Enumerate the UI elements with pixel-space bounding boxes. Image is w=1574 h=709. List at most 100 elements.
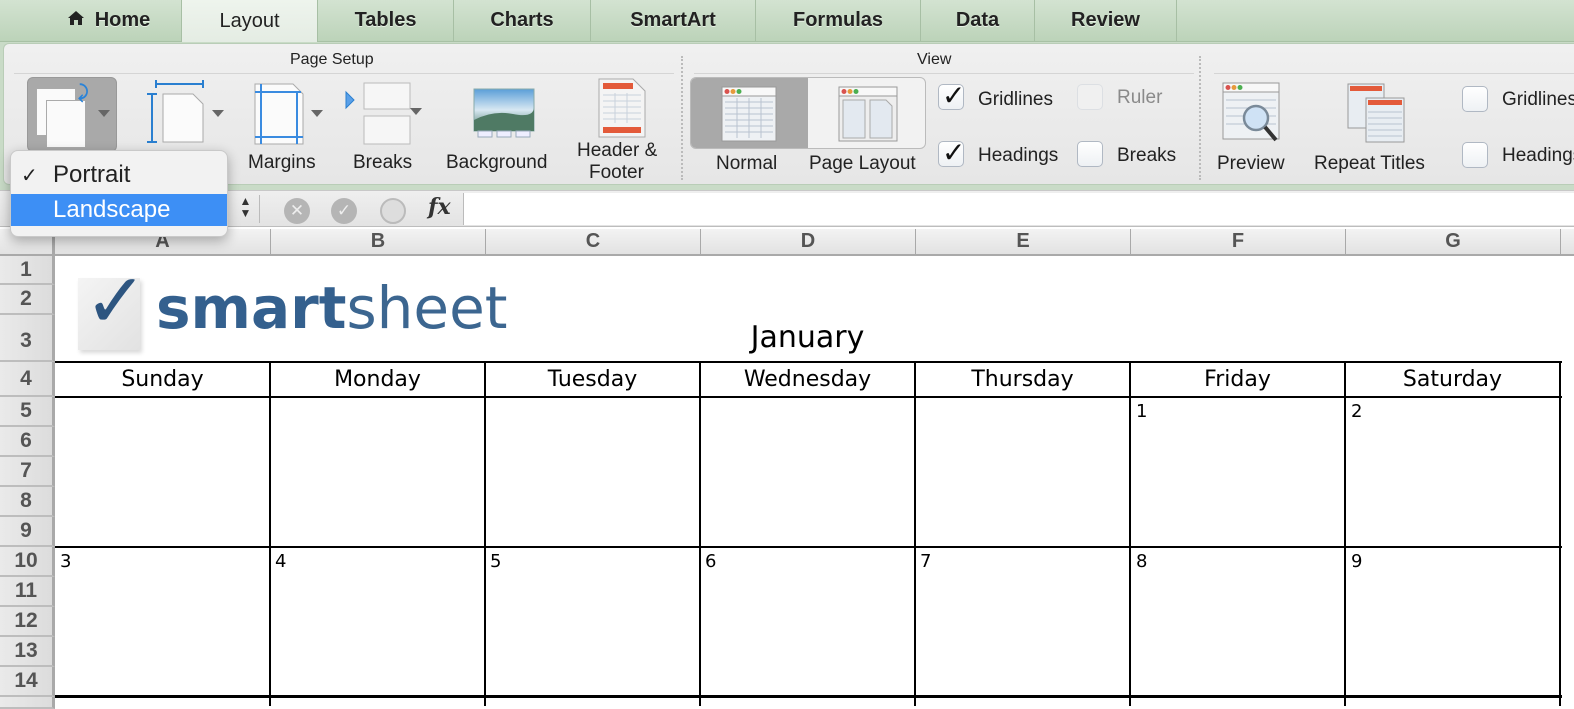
view-gridlines-checkbox[interactable]: ✓ <box>938 79 965 112</box>
page-layout-view-label: Page Layout <box>809 153 916 174</box>
date-cell[interactable]: 5 <box>490 551 501 572</box>
date-cell[interactable]: 6 <box>705 551 716 572</box>
view-ruler-label: Ruler <box>1117 87 1163 108</box>
day-header-saturday[interactable]: Saturday <box>1345 362 1560 397</box>
tab-charts[interactable]: Charts <box>454 0 591 41</box>
confirm-formula-icon[interactable]: ✓ <box>331 198 357 224</box>
logo-text: smartsheet <box>156 274 508 342</box>
repeat-titles-label: Repeat Titles <box>1314 153 1425 174</box>
size-button[interactable] <box>145 80 225 150</box>
row-header-1[interactable]: 1 <box>0 256 55 285</box>
formula-input[interactable] <box>463 193 1574 225</box>
row-header-6[interactable]: 6 <box>0 427 55 457</box>
tab-layout[interactable]: Layout <box>181 0 318 43</box>
tab-formulas[interactable]: Formulas <box>756 0 921 41</box>
row-header-2[interactable]: 2 <box>0 285 55 315</box>
date-cell[interactable]: 4 <box>275 551 286 572</box>
name-box-stepper[interactable]: ▲ ▼ <box>232 195 260 223</box>
column-header-b[interactable]: B <box>271 229 486 256</box>
row-header-15[interactable] <box>0 697 55 709</box>
day-header-wednesday[interactable]: Wednesday <box>700 362 915 397</box>
function-wizard-icon[interactable] <box>380 198 406 224</box>
print-gridlines-checkbox[interactable] <box>1462 86 1488 112</box>
margins-button[interactable]: Margins <box>245 80 335 180</box>
row-header-7[interactable]: 7 <box>0 457 55 487</box>
row-header-14[interactable]: 14 <box>0 667 55 697</box>
date-cell[interactable]: 3 <box>60 551 71 572</box>
tab-tables[interactable]: Tables <box>318 0 454 41</box>
date-cell[interactable]: 7 <box>920 551 931 572</box>
normal-view-button[interactable] <box>691 78 808 148</box>
row-header-3[interactable]: 3 <box>0 315 55 362</box>
row-header-13[interactable]: 13 <box>0 637 55 667</box>
group-separator <box>681 56 683 180</box>
row-header-4[interactable]: 4 <box>0 362 55 397</box>
orientation-page-icon <box>46 100 86 148</box>
column-header-d[interactable]: D <box>701 229 916 256</box>
tab-review[interactable]: Review <box>1035 0 1177 41</box>
repeat-titles-icon <box>1347 83 1405 143</box>
row-header-8[interactable]: 8 <box>0 487 55 517</box>
checkmark-icon: ✓ <box>21 163 38 187</box>
date-cell[interactable]: 1 <box>1136 401 1147 422</box>
view-breaks-checkbox[interactable] <box>1077 141 1103 167</box>
chevron-down-icon <box>212 110 224 117</box>
header-footer-label-1: Header & <box>577 140 658 161</box>
tab-smartart[interactable]: SmartArt <box>591 0 756 41</box>
fx-icon[interactable]: fx <box>428 194 451 220</box>
menu-item-portrait[interactable]: ✓ Portrait <box>11 159 227 191</box>
view-headings-checkbox[interactable]: ✓ <box>938 136 965 169</box>
day-header-sunday[interactable]: Sunday <box>55 362 270 397</box>
month-title: January <box>750 320 865 355</box>
day-header-friday[interactable]: Friday <box>1130 362 1345 397</box>
tab-home[interactable]: Home <box>36 0 182 41</box>
print-headings-label: Headings <box>1502 145 1574 166</box>
breaks-button[interactable]: Breaks <box>344 80 434 180</box>
chevron-down-icon <box>410 108 422 115</box>
column-header-f[interactable]: F <box>1131 229 1346 256</box>
grid-line <box>699 361 701 706</box>
header-footer-icon <box>598 78 646 138</box>
view-headings-label: Headings <box>978 145 1059 166</box>
column-header-g[interactable]: G <box>1346 229 1561 256</box>
breaks-label: Breaks <box>353 152 413 173</box>
print-gridlines-label: Gridlines <box>1502 89 1574 110</box>
view-ruler-checkbox[interactable] <box>1077 84 1103 110</box>
row-header-11[interactable]: 11 <box>0 577 55 607</box>
column-header-c[interactable]: C <box>486 229 701 256</box>
orientation-button[interactable]: ⤸ <box>27 77 117 152</box>
menu-item-landscape-label: Landscape <box>53 196 171 223</box>
chevron-down-icon <box>98 110 110 117</box>
background-image-icon <box>473 88 535 138</box>
row-header-5[interactable]: 5 <box>0 397 55 427</box>
logo-checkmark-icon: ✓ <box>84 256 148 345</box>
date-cell[interactable]: 2 <box>1351 401 1362 422</box>
tab-smartart-label: SmartArt <box>630 9 716 31</box>
view-gridlines-label: Gridlines <box>978 89 1053 110</box>
header-footer-button[interactable]: Header & Footer <box>572 77 672 183</box>
menu-item-landscape[interactable]: Landscape <box>11 194 227 226</box>
row-header-12[interactable]: 12 <box>0 607 55 637</box>
page-layout-view-button[interactable] <box>808 78 925 148</box>
row-header-9[interactable]: 9 <box>0 517 55 547</box>
background-button[interactable]: Background <box>445 80 565 180</box>
tab-data[interactable]: Data <box>921 0 1035 41</box>
tab-tables-label: Tables <box>354 9 417 31</box>
grid-line <box>269 361 271 706</box>
day-header-tuesday[interactable]: Tuesday <box>485 362 700 397</box>
day-header-thursday[interactable]: Thursday <box>915 362 1130 397</box>
logo-text-bold: smart <box>156 274 347 342</box>
column-header-e[interactable]: E <box>916 229 1131 256</box>
grid-line <box>1129 361 1131 706</box>
orientation-menu: ✓ Portrait Landscape <box>10 150 228 237</box>
cancel-formula-icon[interactable]: ✕ <box>284 198 310 224</box>
date-cell[interactable]: 9 <box>1351 551 1362 572</box>
print-headings-checkbox[interactable] <box>1462 142 1488 168</box>
date-cell[interactable]: 8 <box>1136 551 1147 572</box>
repeat-titles-button[interactable]: Repeat Titles <box>1312 82 1447 182</box>
row-header-10[interactable]: 10 <box>0 547 55 577</box>
preview-button[interactable]: Preview <box>1212 82 1302 182</box>
day-header-monday[interactable]: Monday <box>270 362 485 397</box>
column-header-h[interactable] <box>1561 229 1574 256</box>
margins-label: Margins <box>248 152 316 173</box>
